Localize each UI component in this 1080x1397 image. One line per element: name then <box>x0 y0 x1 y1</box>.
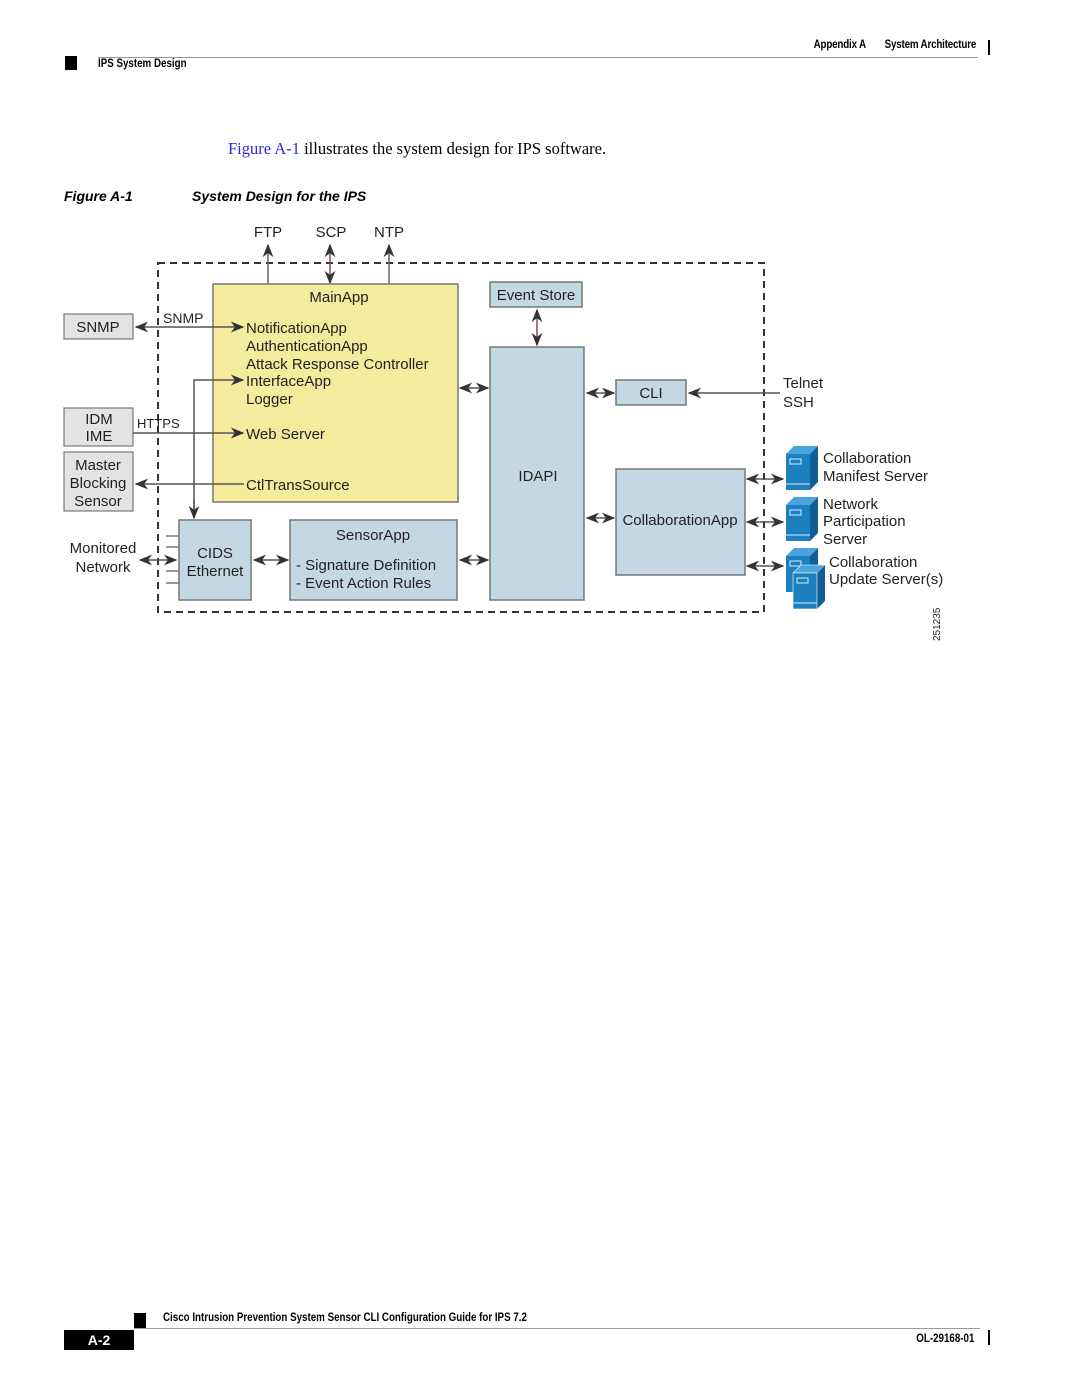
network-label: Network <box>75 559 131 576</box>
monitored-label: Monitored <box>70 540 137 557</box>
update-server-label-1: Collaboration <box>829 554 917 571</box>
mainapp-item-webserver: Web Server <box>246 426 325 443</box>
participation-server-label-1: Network <box>823 496 879 513</box>
mainapp-item-ctltrans: CtlTransSource <box>246 477 350 494</box>
idapi-label: IDAPI <box>518 468 557 485</box>
ime-label: IME <box>86 428 113 445</box>
cids-label: CIDS <box>197 545 233 562</box>
participation-server-label-2: Participation <box>823 513 906 530</box>
system-design-diagram: FTP SCP NTP MainApp NotificationApp Auth… <box>63 224 943 641</box>
footer-rule <box>134 1328 980 1329</box>
footer-marker <box>134 1313 146 1328</box>
footer-bar <box>988 1330 990 1345</box>
ftp-label: FTP <box>254 224 282 241</box>
event-store-label: Event Store <box>497 287 575 304</box>
sensorapp-title: SensorApp <box>336 527 410 544</box>
idm-label: IDM <box>85 411 113 428</box>
manifest-server-label-1: Collaboration <box>823 450 911 467</box>
guide-title: Cisco Intrusion Prevention System Sensor… <box>163 1312 527 1324</box>
page-number: A-2 <box>64 1330 134 1350</box>
master-label: Master <box>75 457 121 474</box>
mainapp-item-arc: Attack Response Controller <box>246 356 429 373</box>
cli-label: CLI <box>639 385 662 402</box>
mainapp-title: MainApp <box>309 289 368 306</box>
snmp-link-label: SNMP <box>163 310 203 326</box>
mainapp-item-notification: NotificationApp <box>246 320 347 337</box>
ethernet-label: Ethernet <box>187 563 245 580</box>
ntp-label: NTP <box>374 224 404 241</box>
telnet-label: Telnet <box>783 375 824 392</box>
server-icon <box>786 497 818 541</box>
mainapp-item-logger: Logger <box>246 391 293 408</box>
document-number: OL-29168-01 <box>915 1333 974 1345</box>
scp-label: SCP <box>316 224 347 241</box>
ssh-label: SSH <box>783 394 814 411</box>
sensor-label: Sensor <box>74 493 122 510</box>
mainapp-item-authentication: AuthenticationApp <box>246 338 368 355</box>
server-icon <box>786 446 818 490</box>
snmp-box-label: SNMP <box>76 319 119 336</box>
server-stack-icon <box>786 548 826 610</box>
manifest-server-label-2: Manifest Server <box>823 468 928 485</box>
sensorapp-item-sigdef: - Signature Definition <box>296 557 436 574</box>
figure-id-code: 251235 <box>932 607 943 641</box>
https-label: HTTPS <box>137 416 180 431</box>
participation-server-label-3: Server <box>823 531 867 548</box>
sensorapp-item-ear: - Event Action Rules <box>296 575 431 592</box>
update-server-label-2: Update Server(s) <box>829 571 943 588</box>
mainapp-item-interface: InterfaceApp <box>246 373 331 390</box>
collaborationapp-label: CollaborationApp <box>622 512 737 529</box>
blocking-label: Blocking <box>70 475 127 492</box>
